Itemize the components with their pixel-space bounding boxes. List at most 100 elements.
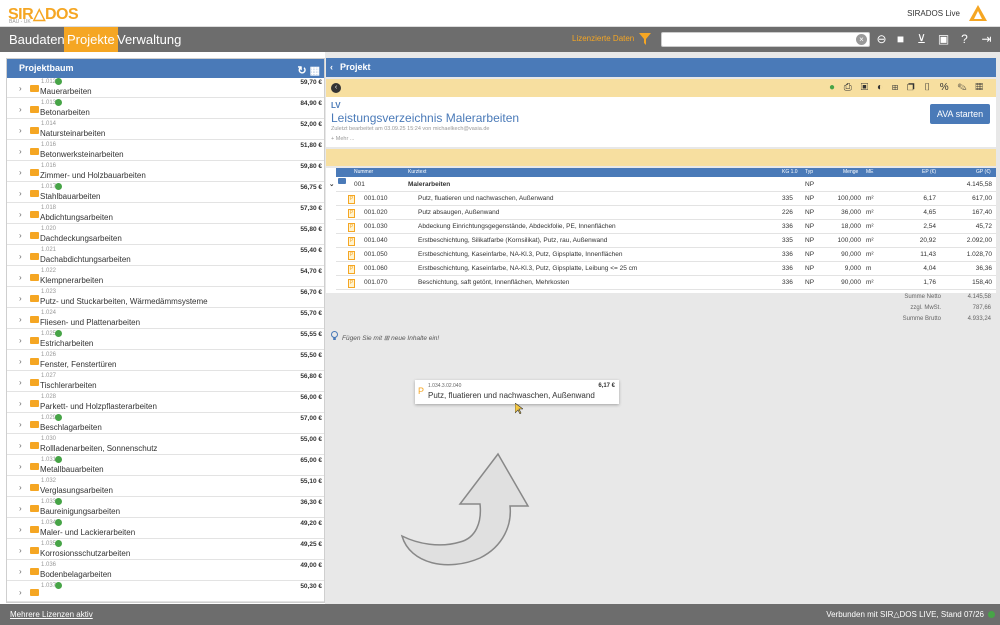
expand-chevron-icon[interactable]: › <box>19 483 22 492</box>
folder-icon <box>30 274 39 281</box>
refresh-icon[interactable]: ↻ <box>297 65 306 77</box>
tree-row[interactable]: › 1.028 Parkett- und Holzpflasterarbeiten 5… <box>7 392 324 413</box>
expand-chevron-icon[interactable]: › <box>19 357 22 366</box>
menu-projekte[interactable]: Projekte <box>64 27 118 52</box>
menu-baudaten[interactable]: Baudaten <box>6 27 68 52</box>
expand-chevron-icon[interactable]: › <box>19 84 22 93</box>
tree-row[interactable]: › 1.016 Betonwerksteinarbeiten 51,80 € <box>7 140 324 161</box>
clear-search-icon[interactable]: × <box>856 34 867 45</box>
filter-icon[interactable] <box>639 33 651 45</box>
add-icon[interactable]: ⊞ <box>892 82 901 93</box>
tree-row[interactable]: › 1.032 Verglasungsarbeiten 55,10 € <box>7 476 324 497</box>
tree-row[interactable]: › 1.024 Fliesen- und Plattenarbeiten 55,70 … <box>7 308 324 329</box>
sirados-live-icon[interactable] <box>968 4 988 22</box>
percent-icon[interactable]: % <box>940 82 952 93</box>
tree-row[interactable]: › 1.014 Natursteinarbeiten 52,00 € <box>7 119 324 140</box>
print-icon[interactable]: ⎙ <box>844 82 855 93</box>
tree-row[interactable]: › 1.025 Estricharbeiten 55,55 € <box>7 329 324 350</box>
position-row[interactable]: P 001.020 Putz absaugen, Außenwand 226 NP 36,… <box>336 206 996 220</box>
expand-chevron-icon[interactable]: › <box>19 420 22 429</box>
expand-chevron-icon[interactable]: › <box>19 168 22 177</box>
tree-row[interactable]: › 1.029 Beschlagarbeiten 57,00 € <box>7 413 324 434</box>
position-row[interactable]: P 001.010 Putz, fluatieren und nachwaschen… <box>336 192 996 206</box>
table-icon[interactable]: ▦ <box>975 82 986 93</box>
tree-row[interactable]: › 1.016 Zimmer- und Holzbauarbeiten 59,80 € <box>7 161 324 182</box>
expand-chevron-icon[interactable]: › <box>19 525 22 534</box>
expand-chevron-icon[interactable]: › <box>19 567 22 576</box>
expand-chevron-icon[interactable]: › <box>19 147 22 156</box>
collapse-icon[interactable]: ‹ <box>331 83 341 93</box>
position-row[interactable]: P 001.040 Erstbeschichtung, Silikatfarbe (… <box>336 234 996 248</box>
back-chevron-icon[interactable]: ‹ <box>330 58 333 77</box>
licensed-data-label[interactable]: Lizenzierte Daten <box>572 34 634 43</box>
expand-chevron-icon[interactable]: › <box>19 252 22 261</box>
position-row[interactable]: P 001.060 Erstbeschichtung, Kaseinfarbe, N… <box>336 262 996 276</box>
trash-icon[interactable]: ▯ <box>923 82 934 93</box>
position-row[interactable]: P 001.050 Erstbeschichtung, Kaseinfarbe, N… <box>336 248 996 262</box>
position-row[interactable]: P 001.030 Abdeckung Einrichtungsgegenständ… <box>336 220 996 234</box>
search-input[interactable]: × <box>661 32 870 47</box>
help-icon[interactable]: ? <box>958 33 971 46</box>
lv-more-link[interactable]: + Mehr ... <box>331 136 354 142</box>
tree-row[interactable]: › 1.013 Betonarbeiten 84,90 € <box>7 98 324 119</box>
col-me[interactable]: ME <box>866 168 874 177</box>
tree-row[interactable]: › 1.026 Fenster, Fenstertüren 55,50 € <box>7 350 324 371</box>
expand-chevron-icon[interactable]: › <box>19 504 22 513</box>
expand-chevron-icon[interactable]: › <box>19 105 22 114</box>
expand-chevron-icon[interactable]: › <box>19 273 22 282</box>
user-icon[interactable]: ▣ <box>937 33 950 46</box>
expand-chevron-icon[interactable]: › <box>19 126 22 135</box>
expand-chevron-icon[interactable]: › <box>19 231 22 240</box>
expand-chevron-icon[interactable]: › <box>19 462 22 471</box>
tree-row[interactable]: › 1.031 Metallbauarbeiten 65,00 € <box>7 455 324 476</box>
col-kg[interactable]: KG 1.0 <box>782 168 798 177</box>
cart-icon[interactable]: ⊻ <box>915 33 928 46</box>
tree-row[interactable]: › 1.037 50,30 € <box>7 581 324 602</box>
shield-icon[interactable]: ◐ <box>877 82 886 93</box>
tree-row[interactable]: › 1.030 Rollladenarbeiten, Sonnenschutz 55,… <box>7 434 324 455</box>
expand-chevron-icon[interactable]: › <box>19 399 22 408</box>
tree-row[interactable]: › 1.021 Dachabdichtungsarbeiten 55,40 € <box>7 245 324 266</box>
tree-row[interactable]: › 1.036 Bodenbelagarbeiten 49,00 € <box>7 560 324 581</box>
tree-row[interactable]: › 1.017 Stahlbauarbeiten 56,75 € <box>7 182 324 203</box>
col-typ[interactable]: Typ <box>805 168 813 177</box>
copy-icon[interactable]: ❐ <box>907 82 918 93</box>
col-kurztext[interactable]: Kurztext <box>408 168 426 177</box>
expand-chevron-icon[interactable]: › <box>19 378 22 387</box>
tree-row[interactable]: › 1.022 Klempnerarbeiten 54,70 € <box>7 266 324 287</box>
tree-row[interactable]: › 1.018 Abdichtungsarbeiten 57,30 € <box>7 203 324 224</box>
video-icon[interactable]: ■ <box>894 33 907 46</box>
tree-row[interactable]: › 1.012 Mauerarbeiten 59,70 € <box>7 78 324 98</box>
licenses-link[interactable]: Mehrere Lizenzen aktiv <box>10 604 93 625</box>
expand-chevron-icon[interactable]: › <box>19 315 22 324</box>
tree-row[interactable]: › 1.027 Tischlerarbeiten 56,80 € <box>7 371 324 392</box>
zoom-icon[interactable]: ⊖ <box>875 33 888 46</box>
expand-chevron-icon[interactable]: › <box>19 441 22 450</box>
group-chevron-icon[interactable]: ⌄ <box>329 178 334 192</box>
expand-chevron-icon[interactable]: › <box>19 189 22 198</box>
col-gp[interactable]: GP (€) <box>976 168 991 177</box>
dragged-position-card[interactable]: P 1.034.3.02.040 Putz, fluatieren und na… <box>415 380 619 404</box>
expand-chevron-icon[interactable]: › <box>19 588 22 597</box>
lock-icon[interactable]: ▣ <box>861 82 872 93</box>
tree-row[interactable]: › 1.035 Korrosionsschutzarbeiten 49,25 € <box>7 539 324 560</box>
expand-chevron-icon[interactable]: › <box>19 294 22 303</box>
expand-chevron-icon[interactable]: › <box>19 210 22 219</box>
edit-icon[interactable]: ✎ <box>957 82 969 93</box>
col-nummer[interactable]: Nummer <box>354 168 373 177</box>
download-icon[interactable]: ● <box>829 82 838 93</box>
tree-row[interactable]: › 1.034 Maler- und Lackierarbeiten 49,20 € <box>7 518 324 539</box>
grid-icon[interactable]: ▦ <box>310 65 320 77</box>
group-row[interactable]: ⌄ 001 Malerarbeiten NP 4.145,58 <box>329 178 996 192</box>
tree-row[interactable]: › 1.020 Dachdeckungsarbeiten 55,80 € <box>7 224 324 245</box>
exit-icon[interactable]: ⇥ <box>980 33 993 46</box>
col-menge[interactable]: Menge <box>843 168 858 177</box>
position-row[interactable]: P 001.070 Beschichtung, saft getönt, Innen… <box>336 276 996 290</box>
tree-row[interactable]: › 1.023 Putz- und Stuckarbeiten, Wärmedämm… <box>7 287 324 308</box>
col-ep[interactable]: EP (€) <box>922 168 936 177</box>
expand-chevron-icon[interactable]: › <box>19 336 22 345</box>
ava-start-button[interactable]: AVA starten <box>930 104 990 124</box>
tree-row[interactable]: › 1.033 Baureinigungsarbeiten 36,30 € <box>7 497 324 518</box>
menu-verwaltung[interactable]: Verwaltung <box>114 27 184 52</box>
expand-chevron-icon[interactable]: › <box>19 546 22 555</box>
